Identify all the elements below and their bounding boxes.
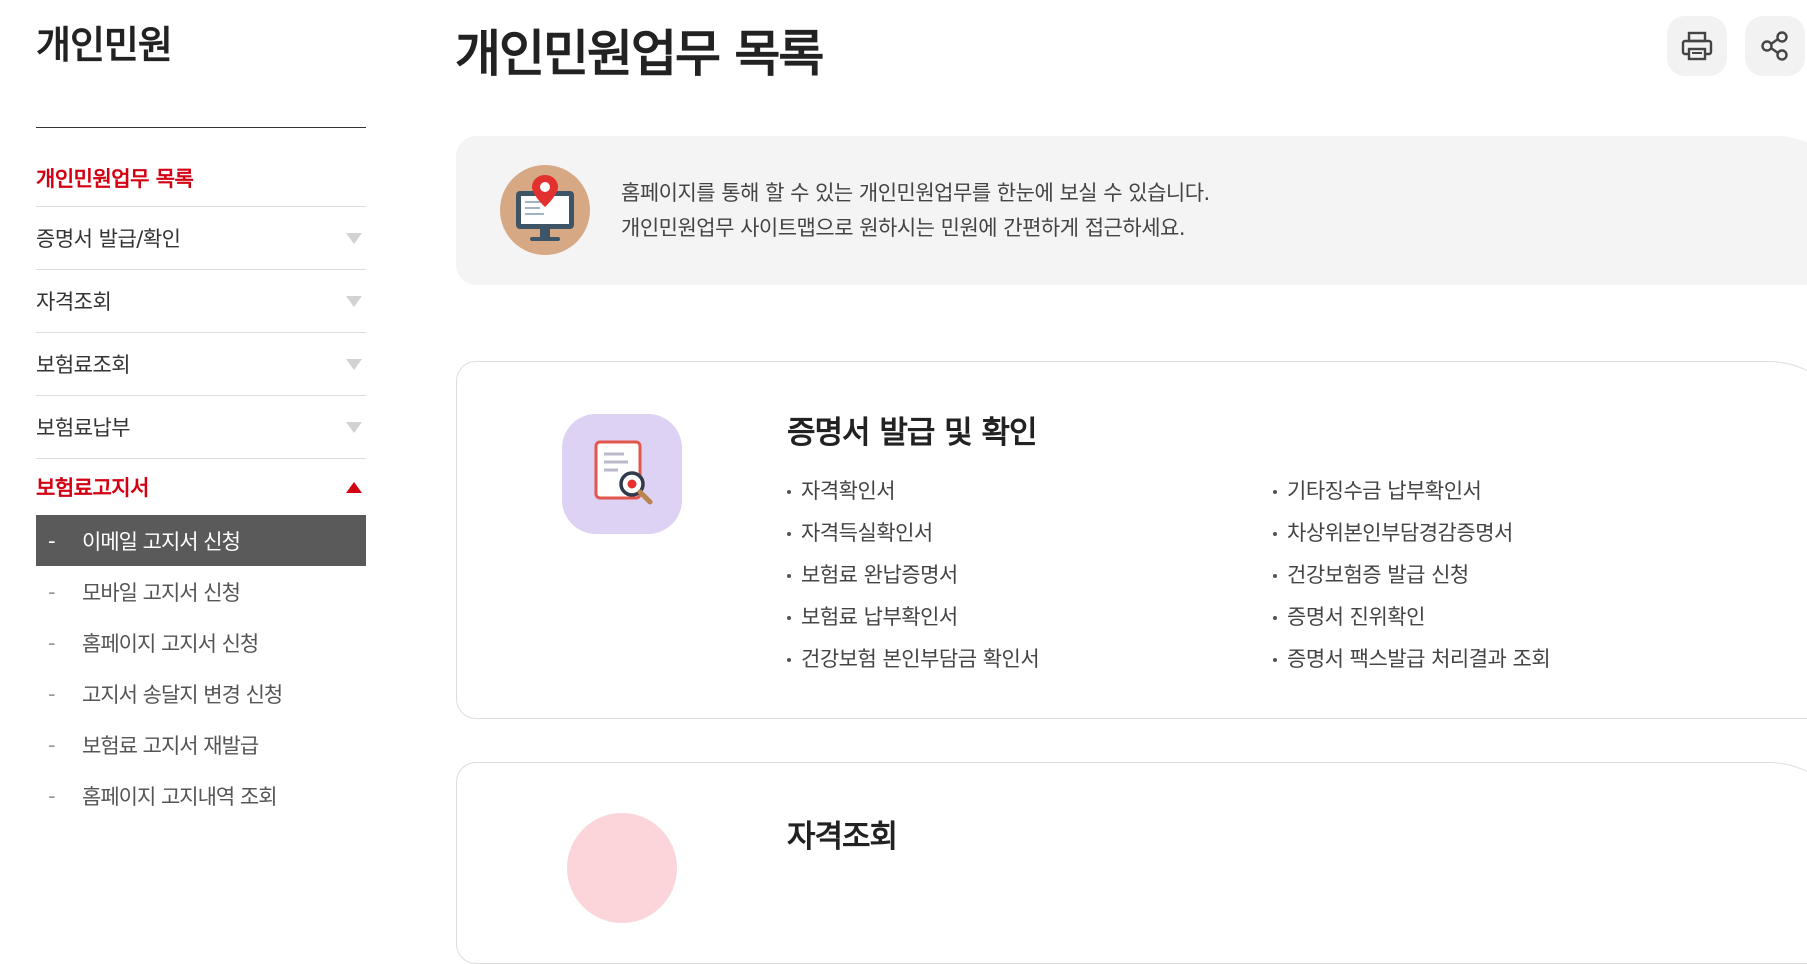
chevron-down-icon (346, 358, 362, 370)
card-title: 증명서 발급 및 확인 (787, 415, 1038, 451)
list-item[interactable]: 자격확인서 (785, 470, 1039, 512)
intro-text: 홈페이지를 통해 할 수 있는 개인민원업무를 한눈에 보실 수 있습니다. 개… (621, 176, 1210, 246)
card-link-list: 자격확인서 자격득실확인서 보험료 완납증명서 보험료 납부확인서 건강보험 본… (785, 470, 1040, 680)
submenu-item-homepage-notice[interactable]: - 홈페이지 고지서 신청 (36, 617, 366, 668)
submenu-item-label: 모바일 고지서 신청 (82, 580, 241, 605)
submenu-item-label: 이메일 고지서 신청 (82, 529, 241, 554)
dash-icon: - (48, 783, 56, 808)
print-button[interactable] (1667, 16, 1727, 76)
chevron-up-icon (346, 481, 362, 493)
dash-icon: - (48, 732, 56, 757)
sidebar-title: 개인민원 (36, 23, 173, 67)
chevron-down-icon (346, 232, 362, 244)
sidebar-item-label: 개인민원업무 목록 (36, 167, 194, 191)
submenu-item-label: 보험료 고지서 재발급 (82, 733, 259, 758)
intro-box: 홈페이지를 통해 할 수 있는 개인민원업무를 한눈에 보실 수 있습니다. 개… (456, 136, 1807, 285)
submenu-item-reissue[interactable]: - 보험료 고지서 재발급 (36, 719, 366, 770)
submenu-item-mobile-notice[interactable]: - 모바일 고지서 신청 (36, 566, 366, 617)
dash-icon: - (48, 579, 56, 604)
sidebar-item-personal-service-list[interactable]: 개인민원업무 목록 (36, 150, 366, 207)
submenu-item-notice-history[interactable]: - 홈페이지 고지내역 조회 (36, 770, 366, 821)
sidebar-item-label: 보험료고지서 (36, 476, 149, 500)
intro-line: 개인민원업무 사이트맵으로 원하시는 민원에 간편하게 접근하세요. (621, 216, 1186, 240)
sidebar-item-label: 자격조회 (36, 290, 112, 314)
share-icon (1761, 31, 1788, 61)
card-certificates: 증명서 발급 및 확인 자격확인서 자격득실확인서 보험료 완납증명서 보험료 … (456, 361, 1807, 719)
sidebar-item-qualification[interactable]: 자격조회 (36, 270, 366, 333)
card-title: 자격조회 (787, 819, 898, 855)
submenu-item-label: 고지서 송달지 변경 신청 (82, 682, 283, 707)
document-search-icon (562, 414, 682, 534)
submenu-item-label: 홈페이지 고지서 신청 (82, 631, 259, 656)
dash-icon: - (48, 630, 56, 655)
list-item[interactable]: 증명서 진위확인 (1271, 596, 1550, 638)
list-item[interactable]: 기타징수금 납부확인서 (1271, 470, 1550, 512)
submenu-item-email-notice[interactable]: - 이메일 고지서 신청 (36, 515, 366, 566)
list-item[interactable]: 차상위본인부담경감증명서 (1271, 512, 1550, 554)
submenu-item-label: 홈페이지 고지내역 조회 (82, 784, 278, 809)
card-link-list: 기타징수금 납부확인서 차상위본인부담경감증명서 건강보험증 발급 신청 증명서… (1271, 470, 1551, 680)
sidebar-item-certificates[interactable]: 증명서 발급/확인 (36, 207, 366, 270)
dash-icon: - (48, 681, 56, 706)
card-qualification: 자격조회 (456, 762, 1807, 964)
submenu: - 이메일 고지서 신청 - 모바일 고지서 신청 - 홈페이지 고지서 신청 … (36, 515, 366, 821)
chevron-down-icon (346, 421, 362, 433)
sidebar-item-label: 보험료조회 (36, 353, 131, 377)
qualification-icon (567, 813, 677, 923)
sidebar-item-premium-notice[interactable]: 보험료고지서 (36, 459, 366, 515)
list-item[interactable]: 자격득실확인서 (785, 512, 1039, 554)
sidebar-item-label: 증명서 발급/확인 (36, 227, 181, 251)
monitor-location-icon (500, 165, 590, 255)
divider (36, 127, 366, 128)
page-title: 개인민원업무 목록 (455, 25, 824, 83)
sidebar-menu: 개인민원업무 목록 증명서 발급/확인 자격조회 보험료조회 보험료납부 보험료… (36, 150, 366, 821)
list-item[interactable]: 보험료 완납증명서 (785, 554, 1039, 596)
sidebar-item-label: 보험료납부 (36, 416, 131, 440)
dash-icon: - (48, 528, 56, 553)
list-item[interactable]: 보험료 납부확인서 (785, 596, 1039, 638)
intro-line: 홈페이지를 통해 할 수 있는 개인민원업무를 한눈에 보실 수 있습니다. (621, 181, 1210, 205)
submenu-item-address-change[interactable]: - 고지서 송달지 변경 신청 (36, 668, 366, 719)
printer-icon (1681, 31, 1713, 61)
chevron-down-icon (346, 295, 362, 307)
list-item[interactable]: 건강보험증 발급 신청 (1271, 554, 1550, 596)
sidebar-item-premium-payment[interactable]: 보험료납부 (36, 396, 366, 459)
sidebar-item-premium-inquiry[interactable]: 보험료조회 (36, 333, 366, 396)
list-item[interactable]: 증명서 팩스발급 처리결과 조회 (1271, 638, 1551, 680)
share-button[interactable] (1745, 16, 1805, 76)
list-item[interactable]: 건강보험 본인부담금 확인서 (785, 638, 1040, 680)
